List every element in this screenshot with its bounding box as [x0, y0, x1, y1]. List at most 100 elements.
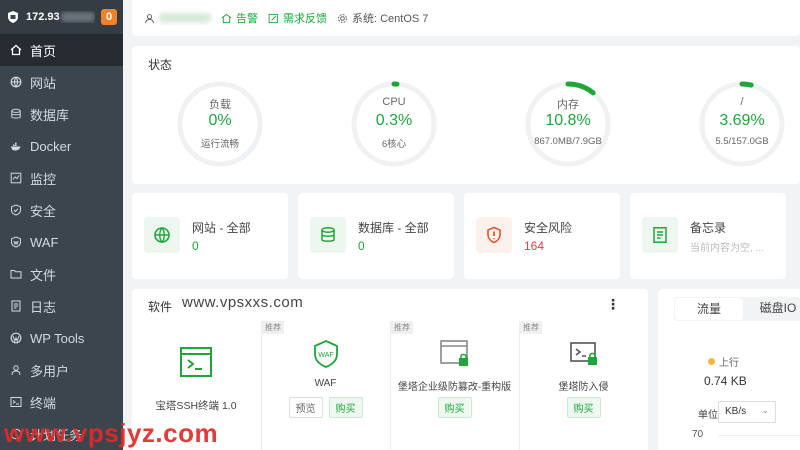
websites-card[interactable]: 网站 - 全部 0 — [132, 193, 288, 279]
monitor-icon — [10, 172, 22, 184]
sidebar-item-label: 日志 — [30, 299, 57, 315]
traffic-panel: 流量 磁盘IO 上行 0.74 KB 单位 KB/s ⌄ 70 — [658, 289, 800, 450]
software-name: WAF — [314, 378, 337, 389]
sidebar-item-website[interactable]: 网站 — [0, 66, 123, 98]
sidebar-item-label: 终端 — [30, 395, 57, 411]
feedback-link[interactable]: 需求反馈 — [268, 10, 327, 26]
notification-badge[interactable]: 0 — [101, 9, 117, 25]
sidebar-menu: 首页 网站 数据库 Docker 监控 安全 WAF 文件 日志 WP Tool… — [0, 34, 123, 450]
sidebar-item-files[interactable]: 文件 — [0, 258, 123, 290]
user-icon — [145, 13, 154, 23]
card-value: 0 — [358, 239, 365, 253]
wordpress-icon — [10, 332, 22, 344]
more-menu-icon[interactable]: ⋮ — [606, 296, 620, 313]
recommend-tag: 推荐 — [262, 321, 284, 334]
card-value: 164 — [524, 239, 545, 253]
database-icon — [310, 217, 346, 253]
software-item-tamper[interactable]: 推荐 堡塔企业级防篡改-重构版 购买 — [390, 321, 518, 450]
sidebar-item-logs[interactable]: 日志 — [0, 290, 123, 322]
card-title: 安全风险 — [524, 221, 573, 235]
server-header: 172.93 0 — [0, 0, 123, 34]
gauge-3[interactable]: / 3.69% 5.5/157.0GB — [696, 78, 788, 170]
buy-button[interactable]: 购买 — [328, 397, 363, 418]
sidebar-item-label: 安全 — [30, 203, 57, 219]
gauge-1[interactable]: CPU 0.3% 6核心 — [348, 78, 440, 170]
grid-line — [718, 435, 800, 436]
gauge-sub: 867.0MB/7.9GB — [534, 136, 602, 147]
gauge-value: 3.69% — [719, 112, 765, 129]
preview-button[interactable]: 预览 — [288, 397, 323, 418]
memo-icon — [642, 217, 678, 253]
gauge-label: 负载 — [209, 99, 231, 111]
sidebar-item-wp-tools[interactable]: WP Tools — [0, 322, 123, 354]
software-title: 软件 — [148, 300, 173, 314]
recommend-tag: 推荐 — [520, 321, 542, 334]
card-value: 0 — [192, 239, 199, 253]
gauge-0[interactable]: 负载 0% 运行流畅 — [174, 78, 266, 170]
upload-label: 上行 — [719, 358, 739, 369]
gauge-label: / — [740, 96, 744, 108]
sidebar-item-label: 文件 — [30, 267, 57, 283]
buy-button[interactable]: 购买 — [566, 397, 601, 418]
svg-text:WAF: WAF — [318, 352, 333, 359]
sidebar-item-docker[interactable]: Docker — [0, 130, 123, 162]
memo-card[interactable]: 备忘录 当前内容为空, ... — [630, 193, 786, 279]
terminal-icon — [10, 397, 22, 407]
gauge-sub: 5.5/157.0GB — [715, 136, 769, 147]
sidebar-item-label: 多用户 — [30, 363, 70, 379]
unit-select[interactable]: KB/s ⌄ — [718, 401, 776, 423]
sidebar-item-label: 监控 — [30, 171, 57, 187]
sidebar-item-terminal[interactable]: 终端 — [0, 386, 123, 418]
buy-button[interactable]: 购买 — [437, 397, 472, 418]
system-info: 系统: CentOS 7 — [337, 10, 428, 26]
software-item-intrusion[interactable]: 推荐 堡塔防入侵 购买 — [519, 321, 647, 450]
home-icon — [10, 44, 22, 56]
gauge-value: 10.8% — [545, 112, 591, 129]
card-title: 网站 - 全部 — [192, 221, 251, 235]
gauge-sub: 6核心 — [381, 139, 407, 150]
username-redacted — [159, 13, 211, 23]
sidebar-item-monitor[interactable]: 监控 — [0, 162, 123, 194]
alert-label: 告警 — [236, 13, 258, 25]
terminal-app-icon — [180, 347, 212, 377]
sidebar-item-label: WAF — [30, 234, 59, 250]
sidebar-item-security[interactable]: 安全 — [0, 194, 123, 226]
traffic-tabs: 流量 磁盘IO — [674, 297, 800, 321]
y-axis-tick: 70 — [692, 429, 704, 440]
tab-disk-io[interactable]: 磁盘IO — [744, 297, 800, 321]
log-icon — [11, 300, 21, 312]
status-panel: 状态 负载 0% 运行流畅 CPU 0.3% 6核心 内存 10.8% 867.0MB/7.9G… — [132, 46, 800, 184]
gauge-2[interactable]: 内存 10.8% 867.0MB/7.9GB — [522, 78, 614, 170]
waf-app-icon: WAF — [313, 340, 338, 368]
software-name: 堡塔防入侵 — [558, 382, 609, 393]
users-icon — [11, 365, 21, 376]
sidebar-item-label: Docker — [30, 138, 72, 154]
gauge-value: 0% — [208, 112, 232, 129]
upload-legend: 上行 — [708, 354, 739, 369]
terminal-lock-icon — [569, 342, 597, 365]
sidebar-item-label: 首页 — [30, 43, 57, 59]
recommend-tag: 推荐 — [391, 321, 413, 334]
alert-home-icon — [221, 13, 232, 23]
server-ip: 172.93 — [26, 11, 95, 23]
sidebar-item-multi-user[interactable]: 多用户 — [0, 354, 123, 386]
gauge-label: CPU — [382, 96, 406, 108]
status-title: 状态 — [148, 58, 173, 72]
sidebar-item-home[interactable]: 首页 — [0, 34, 123, 66]
bt-logo-icon — [8, 11, 18, 23]
software-item-waf[interactable]: 推荐 WAF WAF 预览 购买 — [261, 321, 389, 450]
unit-select-value: KB/s — [725, 406, 747, 417]
user-info[interactable] — [144, 13, 211, 24]
sidebar-item-database[interactable]: 数据库 — [0, 98, 123, 130]
sidebar-item-waf[interactable]: WAF — [0, 226, 123, 258]
upload-value: 0.74 KB — [704, 374, 747, 388]
card-value: 当前内容为空, ... — [690, 243, 764, 254]
top-bar: 告警 需求反馈 系统: CentOS 7 — [132, 0, 800, 36]
database-icon — [11, 108, 21, 119]
alert-link[interactable]: 告警 — [221, 10, 258, 26]
waf-icon — [11, 236, 21, 248]
globe-icon — [144, 217, 180, 253]
databases-card[interactable]: 数据库 - 全部 0 — [298, 193, 454, 279]
tab-traffic[interactable]: 流量 — [675, 298, 743, 320]
security-risk-card[interactable]: 安全风险 164 — [464, 193, 620, 279]
